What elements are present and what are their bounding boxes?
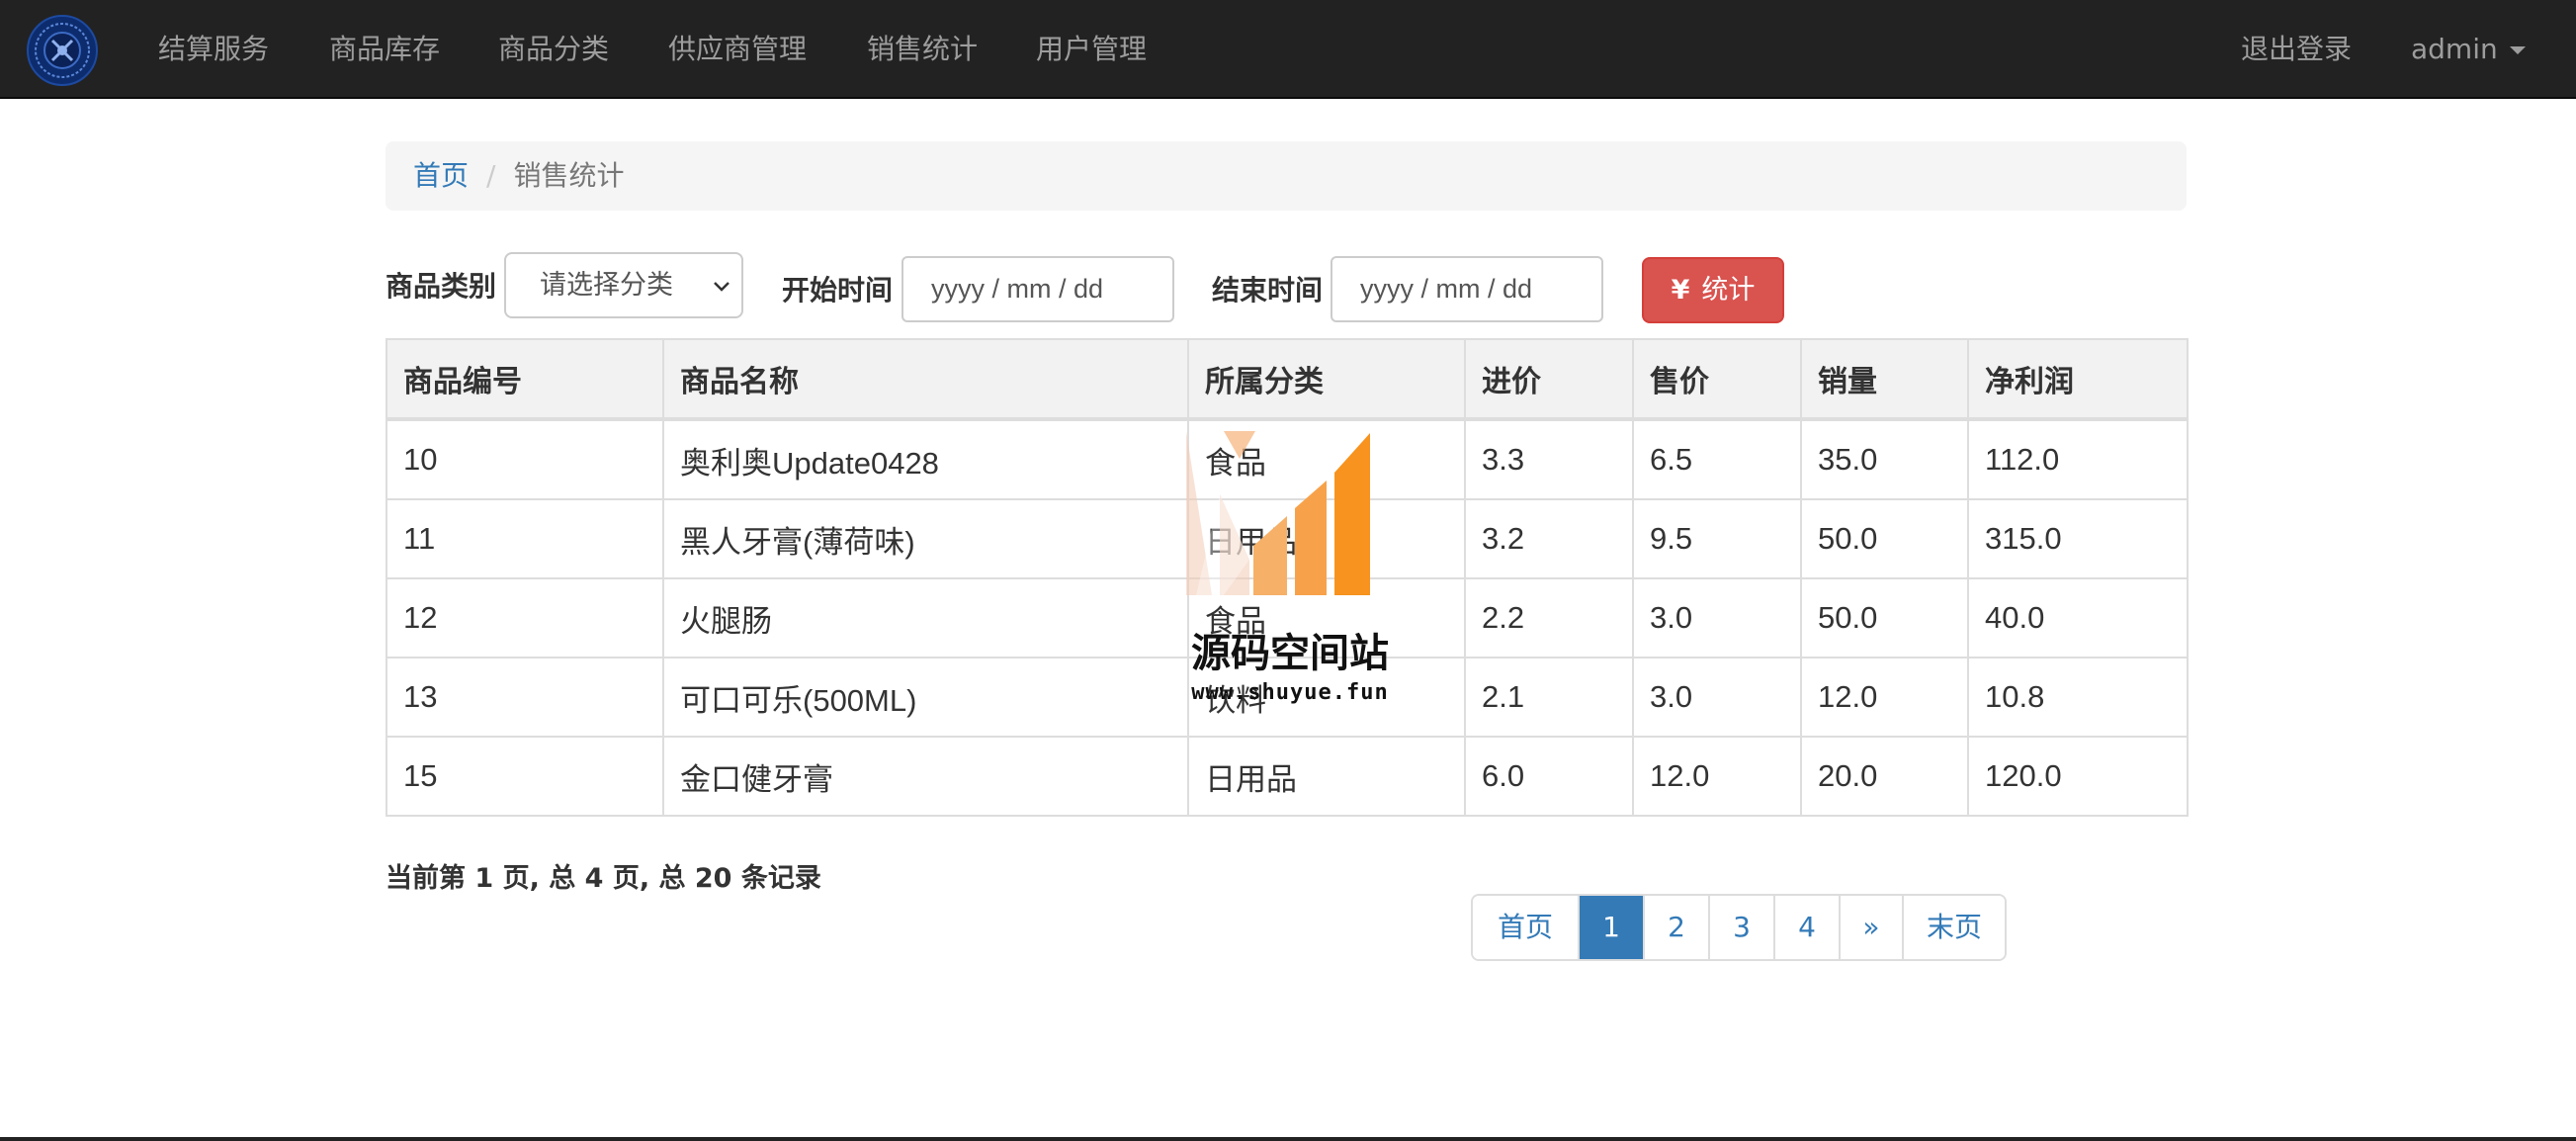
cell-sales-volume: 50.0 — [1800, 498, 1969, 579]
cell-sales-volume: 35.0 — [1800, 418, 1969, 500]
cell-sale-price: 12.0 — [1632, 736, 1802, 817]
watermark-text: 源码空间站 — [1191, 631, 1389, 676]
category-label: 商品类别 — [386, 270, 497, 303]
table-row: 11 黑人牙膏(薄荷味) 日用品 3.2 9.5 50.0 315.0 — [386, 498, 2189, 579]
cell-sale-price: 3.0 — [1632, 657, 1802, 738]
breadcrumb-separator: / — [486, 159, 496, 192]
pagination-summary: 当前第 1 页, 总 4 页, 总 20 条记录 — [386, 863, 821, 894]
nav-item-category[interactable]: 商品分类 — [498, 0, 609, 99]
breadcrumb-home-link[interactable]: 首页 — [413, 159, 469, 192]
pagination-page-1[interactable]: 1 — [1578, 896, 1643, 959]
pagination-page-4[interactable]: 4 — [1773, 896, 1839, 959]
cell-net-profit: 112.0 — [1967, 418, 2189, 500]
start-date-label: 开始时间 — [782, 274, 894, 307]
cell-net-profit: 40.0 — [1967, 577, 2189, 658]
pagination-next[interactable]: » — [1839, 896, 1902, 959]
cell-product-id: 10 — [386, 418, 664, 500]
cell-cost-price: 6.0 — [1464, 736, 1634, 817]
cell-product-name: 黑人牙膏(薄荷味) — [662, 498, 1189, 579]
cell-sale-price: 3.0 — [1632, 577, 1802, 658]
cell-product-id: 11 — [386, 498, 664, 579]
breadcrumb: 首页 / 销售统计 — [386, 141, 2187, 211]
cell-product-name: 可口可乐(500ML) — [662, 657, 1189, 738]
cell-product-name: 金口健牙膏 — [662, 736, 1189, 817]
end-date-label: 结束时间 — [1212, 274, 1324, 307]
chevron-down-icon — [714, 282, 730, 292]
bottom-border — [0, 1137, 2576, 1141]
end-date-input[interactable]: yyyy / mm / dd — [1331, 256, 1603, 322]
breadcrumb-current: 销售统计 — [513, 159, 625, 192]
pagination: 首页 1 2 3 4 » 末页 — [1471, 894, 2007, 961]
user-menu-label: admin — [2411, 33, 2498, 65]
logout-link[interactable]: 退出登录 — [2241, 0, 2352, 99]
cell-net-profit: 120.0 — [1967, 736, 2189, 817]
table-row: 15 金口健牙膏 日用品 6.0 12.0 20.0 120.0 — [386, 736, 2189, 817]
cell-net-profit: 315.0 — [1967, 498, 2189, 579]
nav-item-supplier[interactable]: 供应商管理 — [668, 0, 807, 99]
cell-cost-price: 3.2 — [1464, 498, 1634, 579]
header-net-profit: 净利润 — [1967, 338, 2189, 421]
category-select-value: 请选择分类 — [540, 270, 673, 301]
table-header-row: 商品编号 商品名称 所属分类 进价 售价 销量 净利润 — [386, 338, 2189, 421]
top-navbar: 结算服务 商品库存 商品分类 供应商管理 销售统计 用户管理 退出登录 admi… — [0, 0, 2576, 99]
nav-item-sales-stats[interactable]: 销售统计 — [867, 0, 978, 99]
cell-sales-volume: 12.0 — [1800, 657, 1969, 738]
cell-product-id: 13 — [386, 657, 664, 738]
pagination-last-page[interactable]: 末页 — [1902, 896, 2005, 959]
pagination-page-2[interactable]: 2 — [1643, 896, 1708, 959]
pagination-page-3[interactable]: 3 — [1708, 896, 1773, 959]
watermark-url: www.shuyue.fun — [1191, 680, 1389, 705]
header-sale-price: 售价 — [1632, 338, 1802, 421]
header-product-id: 商品编号 — [386, 338, 664, 421]
cell-product-id: 12 — [386, 577, 664, 658]
header-category: 所属分类 — [1187, 338, 1466, 421]
cell-cost-price: 3.3 — [1464, 418, 1634, 500]
cell-product-name: 火腿肠 — [662, 577, 1189, 658]
cell-category: 日用品 — [1187, 736, 1466, 817]
header-cost-price: 进价 — [1464, 338, 1634, 421]
yen-icon: ¥ — [1671, 275, 1690, 306]
logo-emblem-icon[interactable] — [26, 14, 99, 87]
cell-category: 食品 — [1187, 418, 1466, 500]
pagination-first-page[interactable]: 首页 — [1473, 896, 1578, 959]
cell-sale-price: 9.5 — [1632, 498, 1802, 579]
header-sales-volume: 销量 — [1800, 338, 1969, 421]
cell-sales-volume: 20.0 — [1800, 736, 1969, 817]
category-select[interactable]: 请选择分类 — [504, 252, 743, 318]
cell-cost-price: 2.1 — [1464, 657, 1634, 738]
start-date-input[interactable]: yyyy / mm / dd — [902, 256, 1174, 322]
cell-product-id: 15 — [386, 736, 664, 817]
cell-sales-volume: 50.0 — [1800, 577, 1969, 658]
cell-product-name: 奥利奥Update0428 — [662, 418, 1189, 500]
sales-table: 商品编号 商品名称 所属分类 进价 售价 销量 净利润 10 奥利奥Update… — [386, 338, 2189, 817]
cell-cost-price: 2.2 — [1464, 577, 1634, 658]
statistics-button-label: 统计 — [1701, 275, 1756, 306]
nav-item-checkout[interactable]: 结算服务 — [158, 0, 269, 99]
nav-item-inventory[interactable]: 商品库存 — [329, 0, 440, 99]
table-row: 10 奥利奥Update0428 食品 3.3 6.5 35.0 112.0 — [386, 418, 2189, 500]
cell-net-profit: 10.8 — [1967, 657, 2189, 738]
cell-sale-price: 6.5 — [1632, 418, 1802, 500]
statistics-button[interactable]: ¥ 统计 — [1642, 257, 1784, 323]
header-product-name: 商品名称 — [662, 338, 1189, 421]
user-menu-dropdown[interactable]: admin — [2411, 0, 2526, 99]
cell-category: 日用品 — [1187, 498, 1466, 579]
nav-item-users[interactable]: 用户管理 — [1036, 0, 1147, 99]
caret-down-icon — [2509, 46, 2526, 54]
